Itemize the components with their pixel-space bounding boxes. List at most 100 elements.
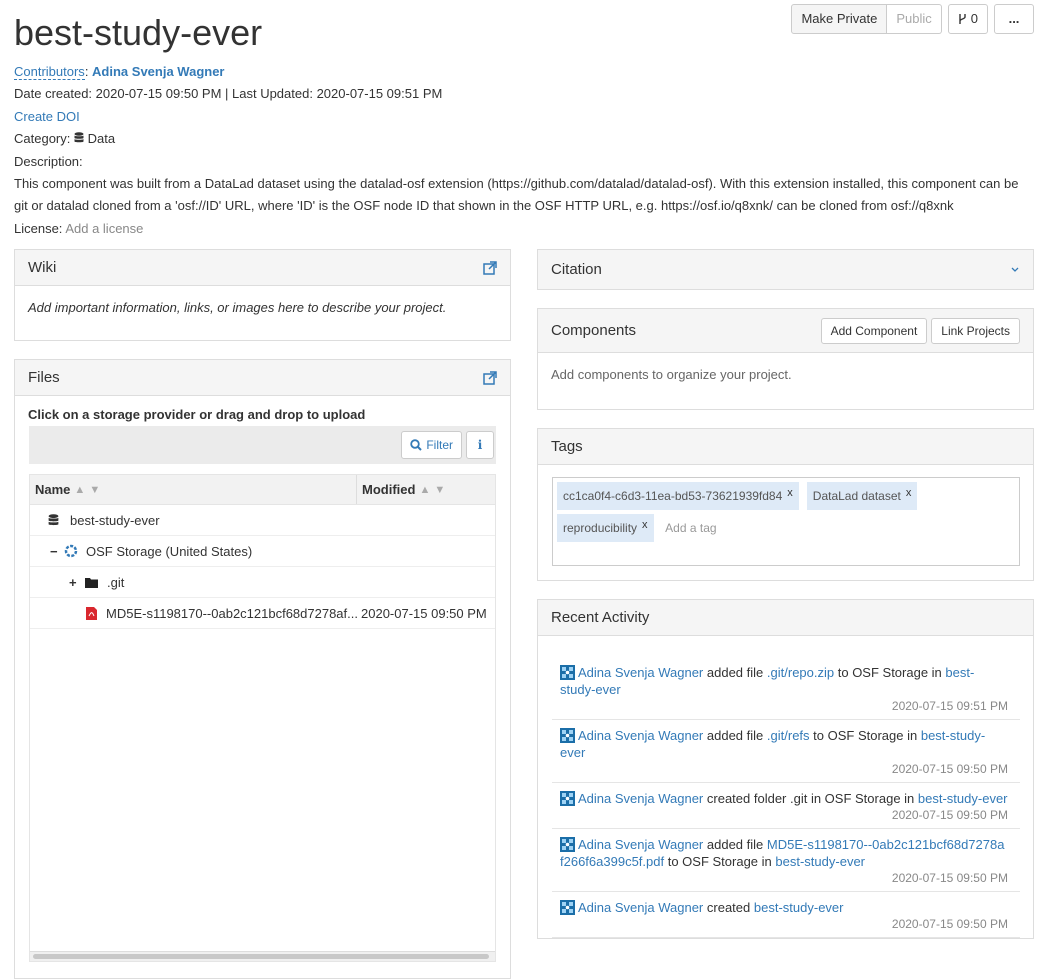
activity-verb: added file bbox=[706, 728, 764, 743]
collapse-icon[interactable]: − bbox=[50, 544, 60, 559]
tag-item: cc1ca0f4-c6d3-11ea-bd53-73621939fd84 x bbox=[557, 482, 799, 510]
activity-user-link[interactable]: Adina Svenja Wagner bbox=[578, 728, 703, 743]
activity-item: Adina Svenja Wagner added file MD5E-s119… bbox=[552, 829, 1020, 892]
activity-user-link[interactable]: Adina Svenja Wagner bbox=[578, 665, 703, 680]
files-panel: Files Click on a storage provider or dra… bbox=[14, 359, 511, 979]
wiki-panel: Wiki Add important information, links, o… bbox=[14, 249, 511, 341]
components-header: Components Add Component Link Projects bbox=[538, 309, 1033, 353]
filter-button[interactable]: Filter bbox=[401, 431, 462, 459]
activity-text: to OSF Storage in bbox=[813, 728, 918, 743]
user-avatar-icon bbox=[560, 900, 575, 915]
horizontal-scrollbar[interactable] bbox=[30, 951, 495, 961]
add-component-button[interactable]: Add Component bbox=[820, 317, 928, 344]
database-icon bbox=[48, 513, 59, 525]
activity-list: Adina Svenja Wagner added file .git/repo… bbox=[538, 636, 1033, 938]
tag-label: reproducibility bbox=[563, 521, 638, 535]
components-title: Components bbox=[551, 322, 637, 339]
privacy-toggle: Make Private Public bbox=[791, 4, 942, 34]
tag-label: DataLad dataset bbox=[812, 489, 901, 503]
sort-desc-icon[interactable]: ▼ bbox=[89, 484, 100, 496]
modified-column-header[interactable]: Modified ▲ ▼ bbox=[357, 475, 445, 504]
add-license-link[interactable]: Add a license bbox=[65, 221, 143, 236]
activity-project-link[interactable]: best-study-ever bbox=[918, 791, 1008, 806]
activity-project-link[interactable]: best-study-ever bbox=[754, 900, 844, 915]
wiki-title: Wiki bbox=[28, 259, 57, 276]
activity-verb: created folder .git in OSF Storage in bbox=[706, 791, 915, 806]
activity-title: Recent Activity bbox=[551, 609, 650, 626]
activity-time: 2020-07-15 09:51 PM bbox=[891, 699, 1008, 713]
remove-tag-icon[interactable]: x bbox=[642, 519, 648, 531]
link-projects-button[interactable]: Link Projects bbox=[931, 317, 1020, 344]
page-title: best-study-ever bbox=[14, 12, 263, 53]
project-actions: Make Private Public 0 ... bbox=[791, 4, 1034, 34]
activity-text: to OSF Storage in bbox=[667, 854, 772, 869]
file-name: .git bbox=[107, 574, 125, 590]
citation-header[interactable]: Citation bbox=[538, 250, 1033, 289]
citation-title: Citation bbox=[551, 261, 602, 278]
file-browser: Name ▲ ▼ Modified ▲ ▼ best-study-ever − … bbox=[29, 474, 496, 962]
tag-item: DataLad dataset x bbox=[806, 482, 918, 510]
pdf-file-icon bbox=[86, 606, 97, 620]
osf-storage-icon bbox=[64, 544, 78, 558]
upload-hint: Click on a storage provider or drag and … bbox=[28, 407, 366, 422]
modified-column-label: Modified bbox=[362, 482, 416, 497]
activity-user-link[interactable]: Adina Svenja Wagner bbox=[578, 791, 703, 806]
external-link-icon[interactable] bbox=[483, 370, 497, 385]
user-avatar-icon bbox=[560, 665, 575, 680]
folder-icon bbox=[85, 577, 98, 588]
activity-verb: added file bbox=[706, 665, 764, 680]
file-name: OSF Storage (United States) bbox=[86, 543, 253, 559]
ellipsis-icon: ... bbox=[1008, 11, 1020, 26]
activity-project-link[interactable]: best-study-ever bbox=[775, 854, 865, 869]
create-doi-link[interactable]: Create DOI bbox=[14, 109, 80, 124]
tag-label: cc1ca0f4-c6d3-11ea-bd53-73621939fd84 bbox=[563, 489, 783, 503]
contributors-label[interactable]: Contributors bbox=[14, 64, 85, 80]
activity-user-link[interactable]: Adina Svenja Wagner bbox=[578, 837, 703, 852]
dates-line: Date created: 2020-07-15 09:50 PM | Last… bbox=[14, 86, 443, 101]
external-link-icon[interactable] bbox=[483, 260, 497, 275]
info-icon: i bbox=[477, 438, 483, 452]
activity-verb: added file bbox=[706, 837, 764, 852]
tag-input-box[interactable]: cc1ca0f4-c6d3-11ea-bd53-73621939fd84 x Dat… bbox=[552, 477, 1020, 566]
file-name: best-study-ever bbox=[70, 512, 160, 528]
files-header: Files bbox=[15, 360, 510, 396]
tags-header: Tags bbox=[538, 429, 1033, 465]
citation-panel[interactable]: Citation bbox=[537, 249, 1034, 290]
activity-item: Adina Svenja Wagner created folder .git … bbox=[552, 783, 1020, 829]
more-options-button[interactable]: ... bbox=[994, 4, 1034, 34]
user-avatar-icon bbox=[560, 837, 575, 852]
remove-tag-icon[interactable]: x bbox=[906, 487, 912, 499]
contributor-link[interactable]: Adina Svenja Wagner bbox=[92, 64, 224, 79]
name-column-header[interactable]: Name ▲ ▼ bbox=[30, 475, 357, 504]
sort-asc-icon[interactable]: ▲ bbox=[74, 484, 85, 496]
file-row[interactable]: − OSF Storage (United States) bbox=[30, 536, 495, 567]
fork-icon bbox=[959, 14, 966, 24]
info-button[interactable]: i bbox=[466, 431, 494, 459]
activity-user-link[interactable]: Adina Svenja Wagner bbox=[578, 900, 703, 915]
add-tag-input[interactable]: Add a tag bbox=[659, 514, 716, 542]
file-row[interactable]: best-study-ever bbox=[30, 505, 495, 536]
fork-count: 0 bbox=[970, 11, 978, 26]
activity-time: 2020-07-15 09:50 PM bbox=[891, 808, 1008, 822]
tags-panel: Tags cc1ca0f4-c6d3-11ea-bd53-73621939fd8… bbox=[537, 428, 1034, 581]
fork-button[interactable]: 0 bbox=[947, 4, 988, 34]
file-name: MD5E-s1198170--0ab2c121bcf68d7278af... bbox=[106, 605, 358, 621]
file-modified: 2020-07-15 09:50 PM bbox=[361, 605, 487, 621]
wiki-placeholder[interactable]: Add important information, links, or ima… bbox=[15, 286, 510, 329]
public-button[interactable]: Public bbox=[887, 4, 942, 34]
sort-asc-icon[interactable]: ▲ bbox=[419, 484, 430, 496]
chevron-down-icon[interactable] bbox=[1010, 265, 1020, 275]
files-title: Files bbox=[28, 369, 60, 386]
remove-tag-icon[interactable]: x bbox=[787, 487, 793, 499]
activity-header: Recent Activity bbox=[538, 600, 1033, 636]
file-row[interactable]: + .git bbox=[30, 567, 495, 598]
file-row[interactable]: MD5E-s1198170--0ab2c121bcf68d7278af... 2… bbox=[30, 598, 495, 629]
expand-icon[interactable]: + bbox=[69, 575, 79, 590]
activity-time: 2020-07-15 09:50 PM bbox=[891, 871, 1008, 885]
activity-target-link[interactable]: .git/refs bbox=[767, 728, 810, 743]
activity-target-link[interactable]: .git/repo.zip bbox=[767, 665, 834, 680]
category-label: Category: bbox=[14, 131, 71, 146]
make-private-button[interactable]: Make Private bbox=[791, 4, 888, 34]
sort-desc-icon[interactable]: ▼ bbox=[434, 484, 445, 496]
database-icon bbox=[74, 132, 84, 143]
